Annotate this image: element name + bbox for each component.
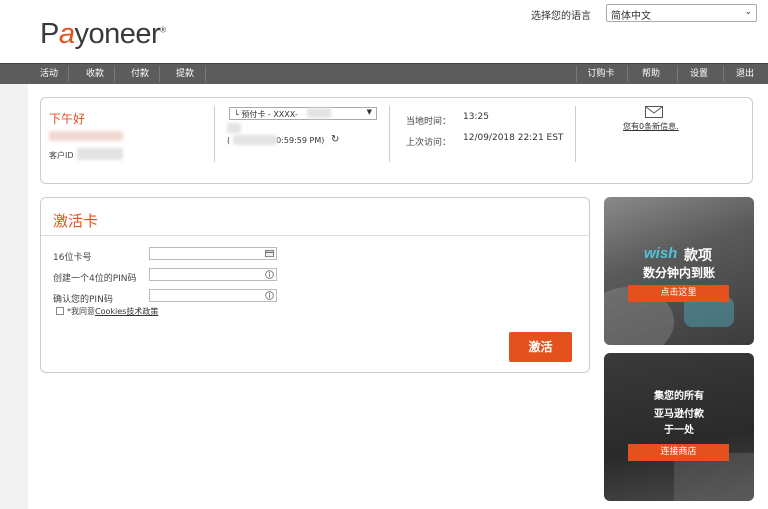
wish-title: 款项 — [684, 248, 712, 264]
nav-item-pay[interactable]: 付款 — [121, 64, 159, 84]
nav-divider — [677, 66, 678, 82]
card-number-label: 16位卡号 — [53, 253, 92, 263]
customer-id-label: 客户ID — [49, 151, 74, 160]
divider — [575, 106, 576, 162]
nav-item-activity[interactable]: 活动 — [30, 64, 68, 84]
card-select-value: └ 预付卡 - XXXX- — [234, 110, 298, 119]
current-time-value: 13:25 — [463, 112, 489, 122]
new-messages-link[interactable]: 您有0条新信息. — [623, 121, 679, 132]
divider — [214, 106, 215, 162]
wish-logo: wish — [644, 245, 678, 262]
amazon-line-3: 于一处 — [664, 425, 694, 436]
language-select[interactable]: 简体中文 ⌄ — [606, 4, 757, 22]
amazon-promo-banner[interactable]: 集您的所有 亚马逊付款 于一处 连接商店 — [604, 353, 754, 501]
language-value: 简体中文 — [611, 11, 651, 22]
nav-divider — [159, 66, 160, 82]
agree-text: *我同意Cookies技术政策 — [67, 307, 159, 316]
amazon-line-2: 亚马逊付款 — [654, 409, 704, 420]
info-icon[interactable] — [265, 291, 274, 300]
last-visit-label: 上次访问： — [406, 138, 452, 148]
main-nav: 活动 收款 付款 提款 订购卡 帮助 设置 退出 — [0, 63, 768, 84]
activate-button[interactable]: 激活 — [509, 332, 572, 362]
nav-divider — [723, 66, 724, 82]
redacted-balance — [227, 123, 241, 133]
nav-item-logout[interactable]: 退出 — [726, 64, 764, 84]
nav-divider — [627, 66, 628, 82]
account-summary-panel: 下午好 客户ID └ 预付卡 - XXXX- ▼ (0:59:59 PM) ↻ … — [40, 97, 753, 184]
wish-promo-banner[interactable]: wish 款项 数分钟内到账 点击这里 — [604, 197, 754, 345]
info-icon[interactable] — [265, 270, 274, 279]
redacted-customer-id — [77, 148, 123, 160]
card-select[interactable]: └ 预付卡 - XXXX- ▼ — [229, 107, 377, 120]
current-time-label: 当地时间： — [406, 117, 452, 127]
last-visit-value: 12/09/2018 22:21 EST — [463, 133, 564, 143]
cookies-policy-link[interactable]: Cookies技术政策 — [95, 307, 158, 316]
agree-checkbox[interactable] — [56, 307, 64, 315]
connect-store-button[interactable]: 连接商店 — [628, 444, 729, 461]
confirm-pin-input[interactable] — [149, 289, 277, 302]
refresh-icon[interactable]: ↻ — [331, 134, 339, 145]
nav-divider — [576, 66, 577, 82]
card-number-input[interactable] — [149, 247, 277, 260]
nav-divider — [205, 66, 206, 82]
divider — [41, 235, 589, 236]
redacted-card-number — [307, 108, 331, 118]
redacted-name — [49, 131, 123, 141]
wish-subtitle: 数分钟内到账 — [642, 266, 715, 280]
header: Payoneer® 选择您的语言 简体中文 ⌄ — [0, 0, 768, 63]
confirm-pin-label: 确认您的PIN码 — [53, 295, 113, 305]
nav-divider — [114, 66, 115, 82]
payoneer-logo[interactable]: Payoneer® — [40, 18, 166, 51]
chevron-down-icon: ⌄ — [744, 7, 752, 17]
create-pin-label: 创建一个4位的PIN码 — [53, 274, 137, 284]
nav-item-receive[interactable]: 收款 — [76, 64, 114, 84]
nav-item-help[interactable]: 帮助 — [632, 64, 670, 84]
language-label: 选择您的语言 — [531, 11, 591, 22]
nav-item-settings[interactable]: 设置 — [680, 64, 718, 84]
create-pin-input[interactable] — [149, 268, 277, 281]
envelope-icon[interactable] — [645, 106, 663, 118]
redacted-time — [233, 135, 277, 145]
divider — [389, 106, 390, 162]
activate-card-panel: 激活卡 16位卡号 创建一个4位的PIN码 确认您的PIN码 *我同意Cooki… — [40, 197, 590, 373]
nav-divider — [68, 66, 69, 82]
click-here-button[interactable]: 点击这里 — [628, 285, 729, 302]
amazon-line-1: 集您的所有 — [654, 391, 704, 402]
nav-item-withdraw[interactable]: 提款 — [166, 64, 204, 84]
activate-card-title: 激活卡 — [53, 212, 99, 230]
card-icon — [265, 249, 274, 258]
greeting: 下午好 — [49, 112, 86, 126]
chevron-down-icon: ▼ — [366, 108, 372, 116]
nav-item-order-card[interactable]: 订购卡 — [580, 64, 622, 84]
